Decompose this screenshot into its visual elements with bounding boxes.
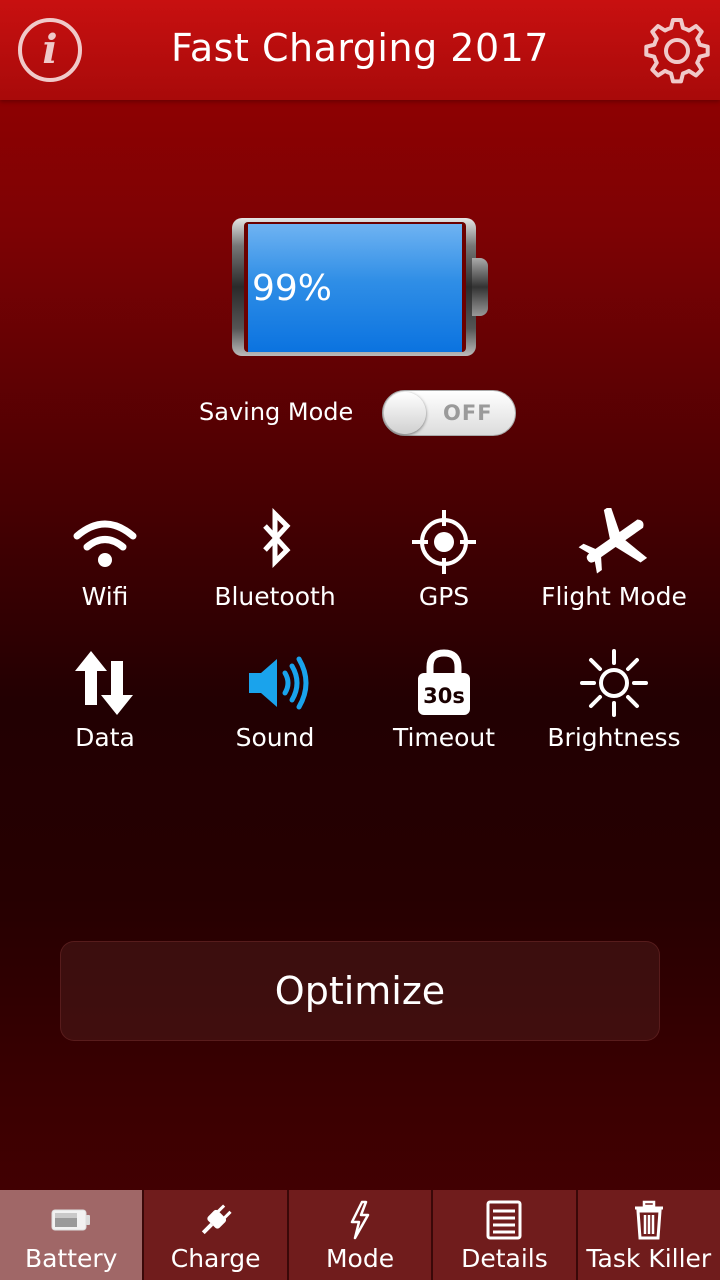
wifi-icon: [73, 520, 137, 567]
toggle-state-text: OFF: [443, 401, 493, 425]
toggle-knob: [384, 392, 426, 434]
timeout-badge: 30s: [423, 684, 465, 708]
battery-icon: [51, 1209, 91, 1231]
tab-battery[interactable]: Battery: [0, 1190, 143, 1280]
tab-charge-label: Charge: [170, 1244, 261, 1273]
lock-timer-icon: 30s: [418, 649, 470, 715]
quick-setting-brightness[interactable]: Brightness: [529, 649, 699, 752]
battery-terminal: [472, 258, 488, 316]
optimize-button[interactable]: Optimize: [60, 941, 660, 1041]
brightness-label: Brightness: [547, 723, 681, 752]
bluetooth-icon: [263, 508, 291, 569]
app-title: Fast Charging 2017: [171, 26, 549, 70]
optimize-label: Optimize: [274, 969, 446, 1013]
document-icon: [486, 1200, 522, 1240]
quick-setting-wifi[interactable]: Wifi: [20, 508, 190, 611]
tab-details[interactable]: Details: [431, 1190, 576, 1280]
battery-percent: 99%: [252, 268, 333, 309]
sound-label: Sound: [235, 723, 315, 752]
quick-setting-gps[interactable]: GPS: [359, 508, 529, 611]
wifi-label: Wifi: [81, 582, 129, 611]
timeout-label: Timeout: [392, 723, 496, 752]
sun-icon: [580, 649, 648, 717]
bottom-tab-bar: Battery Charge Mode Details Task Killer: [0, 1190, 720, 1280]
app-header: i Fast Charging 2017: [0, 0, 720, 100]
saving-mode-toggle[interactable]: OFF: [382, 390, 516, 436]
gps-icon: [412, 510, 476, 574]
flight-mode-label: Flight Mode: [541, 582, 687, 611]
quick-setting-bluetooth[interactable]: Bluetooth: [190, 508, 360, 611]
tab-details-label: Details: [461, 1244, 548, 1273]
quick-setting-timeout[interactable]: 30s Timeout: [359, 649, 529, 752]
tab-task-killer-label: Task Killer: [586, 1244, 712, 1273]
gps-label: GPS: [418, 582, 470, 611]
tab-task-killer[interactable]: Task Killer: [575, 1190, 720, 1280]
tab-mode-label: Mode: [325, 1244, 395, 1273]
tab-battery-label: Battery: [24, 1244, 118, 1273]
data-arrows-icon: [75, 651, 133, 715]
data-label: Data: [75, 723, 135, 752]
battery-indicator: 99%: [232, 218, 488, 358]
trash-icon: [634, 1200, 663, 1240]
tab-mode[interactable]: Mode: [286, 1190, 432, 1280]
bluetooth-label: Bluetooth: [214, 582, 336, 611]
tab-charge[interactable]: Charge: [142, 1190, 287, 1280]
airplane-icon: [578, 508, 648, 574]
quick-setting-flight-mode[interactable]: Flight Mode: [529, 508, 699, 611]
plug-icon: [201, 1204, 232, 1235]
quick-setting-data[interactable]: Data: [20, 649, 190, 752]
quick-setting-sound[interactable]: Sound: [190, 649, 360, 752]
speaker-icon: [249, 656, 309, 710]
saving-mode-label: Saving Mode: [199, 398, 354, 426]
lightning-icon: [350, 1200, 370, 1240]
gear-icon[interactable]: [642, 16, 712, 86]
